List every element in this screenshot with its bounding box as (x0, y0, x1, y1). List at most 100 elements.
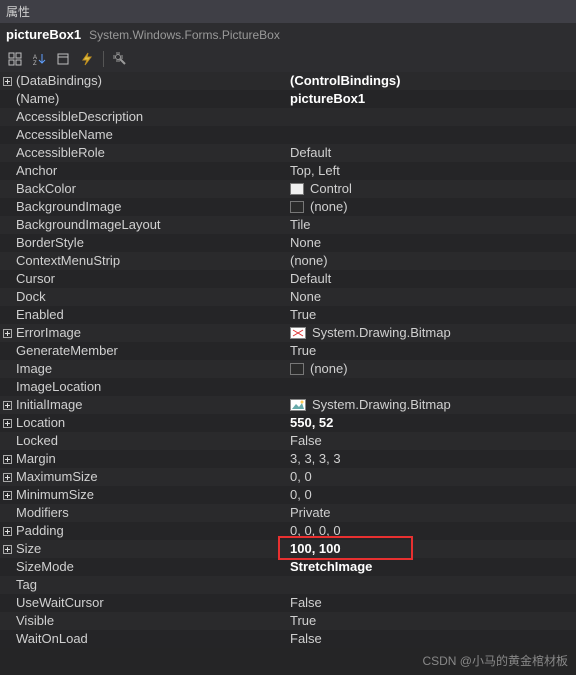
property-row[interactable]: BackgroundImage(none) (0, 198, 576, 216)
property-row[interactable]: BackgroundImageLayoutTile (0, 216, 576, 234)
property-value[interactable]: Private (290, 504, 576, 522)
property-row[interactable]: SizeModeStretchImage (0, 558, 576, 576)
property-value[interactable]: (none) (290, 252, 576, 270)
property-value[interactable]: False (290, 594, 576, 612)
property-name: Cursor (14, 270, 290, 288)
property-value-text: Control (310, 180, 352, 198)
property-value-text: (none) (310, 360, 348, 378)
expander-icon[interactable] (0, 455, 14, 464)
property-row[interactable]: ContextMenuStrip(none) (0, 252, 576, 270)
property-row[interactable]: Image(none) (0, 360, 576, 378)
property-row[interactable]: UseWaitCursorFalse (0, 594, 576, 612)
expander-icon[interactable] (0, 527, 14, 536)
property-name: AccessibleRole (14, 144, 290, 162)
property-value-text: 0, 0, 0, 0 (290, 522, 341, 540)
property-row[interactable]: Location550, 52 (0, 414, 576, 432)
property-row[interactable]: AccessibleName (0, 126, 576, 144)
property-row[interactable]: AccessibleDescription (0, 108, 576, 126)
property-pages-button[interactable] (110, 49, 130, 69)
property-name: SizeMode (14, 558, 290, 576)
property-value-text: 3, 3, 3, 3 (290, 450, 341, 468)
property-value[interactable]: (ControlBindings) (290, 72, 576, 90)
property-value[interactable]: Tile (290, 216, 576, 234)
property-row[interactable]: ImageLocation (0, 378, 576, 396)
property-value[interactable]: pictureBox1 (290, 90, 576, 108)
alphabetical-button[interactable]: AZ (29, 49, 49, 69)
property-value[interactable]: Top, Left (290, 162, 576, 180)
property-row[interactable]: InitialImageSystem.Drawing.Bitmap (0, 396, 576, 414)
property-row[interactable]: LockedFalse (0, 432, 576, 450)
property-value[interactable]: Control (290, 180, 576, 198)
property-value[interactable]: True (290, 306, 576, 324)
property-value[interactable]: (none) (290, 360, 576, 378)
property-value[interactable]: False (290, 630, 576, 648)
property-row[interactable]: AnchorTop, Left (0, 162, 576, 180)
property-row[interactable]: (Name)pictureBox1 (0, 90, 576, 108)
properties-button[interactable] (53, 49, 73, 69)
property-value[interactable]: True (290, 612, 576, 630)
property-value-text: Tile (290, 216, 310, 234)
toolbar-separator (103, 51, 104, 67)
property-row[interactable]: Tag (0, 576, 576, 594)
watermark: CSDN @小马的黄金棺材板 (422, 652, 568, 669)
property-row[interactable]: BackColorControl (0, 180, 576, 198)
property-row[interactable]: ModifiersPrivate (0, 504, 576, 522)
property-value[interactable]: StretchImage (290, 558, 576, 576)
property-row[interactable]: Size100, 100 (0, 540, 576, 558)
property-value[interactable]: Default (290, 270, 576, 288)
property-value[interactable]: 3, 3, 3, 3 (290, 450, 576, 468)
expander-icon[interactable] (0, 329, 14, 338)
property-name: Locked (14, 432, 290, 450)
toolbar: AZ (0, 46, 576, 72)
property-row[interactable]: MinimumSize0, 0 (0, 486, 576, 504)
property-value[interactable]: None (290, 234, 576, 252)
property-row[interactable]: Padding0, 0, 0, 0 (0, 522, 576, 540)
object-name: pictureBox1 (6, 27, 81, 42)
property-value[interactable]: 0, 0 (290, 486, 576, 504)
property-value[interactable]: System.Drawing.Bitmap (290, 396, 576, 414)
categorized-button[interactable] (5, 49, 25, 69)
property-row[interactable]: AccessibleRoleDefault (0, 144, 576, 162)
expander-icon[interactable] (0, 419, 14, 428)
property-row[interactable]: Margin3, 3, 3, 3 (0, 450, 576, 468)
property-value-text: Top, Left (290, 162, 340, 180)
property-value-text: Default (290, 270, 331, 288)
property-value[interactable]: (none) (290, 198, 576, 216)
expander-icon[interactable] (0, 491, 14, 500)
property-value[interactable]: False (290, 432, 576, 450)
property-value[interactable]: True (290, 342, 576, 360)
object-header[interactable]: pictureBox1 System.Windows.Forms.Picture… (0, 23, 576, 46)
property-name: AccessibleName (14, 126, 290, 144)
expander-icon[interactable] (0, 401, 14, 410)
property-value[interactable]: 550, 52 (290, 414, 576, 432)
property-row[interactable]: MaximumSize0, 0 (0, 468, 576, 486)
property-row[interactable]: EnabledTrue (0, 306, 576, 324)
property-value[interactable]: 100, 100 (290, 540, 576, 558)
property-row[interactable]: DockNone (0, 288, 576, 306)
property-value[interactable]: None (290, 288, 576, 306)
property-value[interactable]: 0, 0 (290, 468, 576, 486)
property-value-text: 550, 52 (290, 414, 333, 432)
property-name: ErrorImage (14, 324, 290, 342)
property-row[interactable]: CursorDefault (0, 270, 576, 288)
property-name: MinimumSize (14, 486, 290, 504)
property-row[interactable]: (DataBindings)(ControlBindings) (0, 72, 576, 90)
property-row[interactable]: ErrorImage System.Drawing.Bitmap (0, 324, 576, 342)
property-row[interactable]: WaitOnLoadFalse (0, 630, 576, 648)
expander-icon[interactable] (0, 77, 14, 86)
property-value-text: None (290, 234, 321, 252)
property-value[interactable]: 0, 0, 0, 0 (290, 522, 576, 540)
property-grid[interactable]: (DataBindings)(ControlBindings)(Name)pic… (0, 72, 576, 648)
property-name: Margin (14, 450, 290, 468)
property-value[interactable]: Default (290, 144, 576, 162)
events-button[interactable] (77, 49, 97, 69)
property-row[interactable]: VisibleTrue (0, 612, 576, 630)
expander-icon[interactable] (0, 545, 14, 554)
property-value-text: (ControlBindings) (290, 72, 400, 90)
property-value[interactable]: System.Drawing.Bitmap (290, 324, 576, 342)
property-value-text: System.Drawing.Bitmap (312, 324, 451, 342)
expander-icon[interactable] (0, 473, 14, 482)
property-value-text: (none) (290, 252, 328, 270)
property-row[interactable]: BorderStyleNone (0, 234, 576, 252)
property-row[interactable]: GenerateMemberTrue (0, 342, 576, 360)
